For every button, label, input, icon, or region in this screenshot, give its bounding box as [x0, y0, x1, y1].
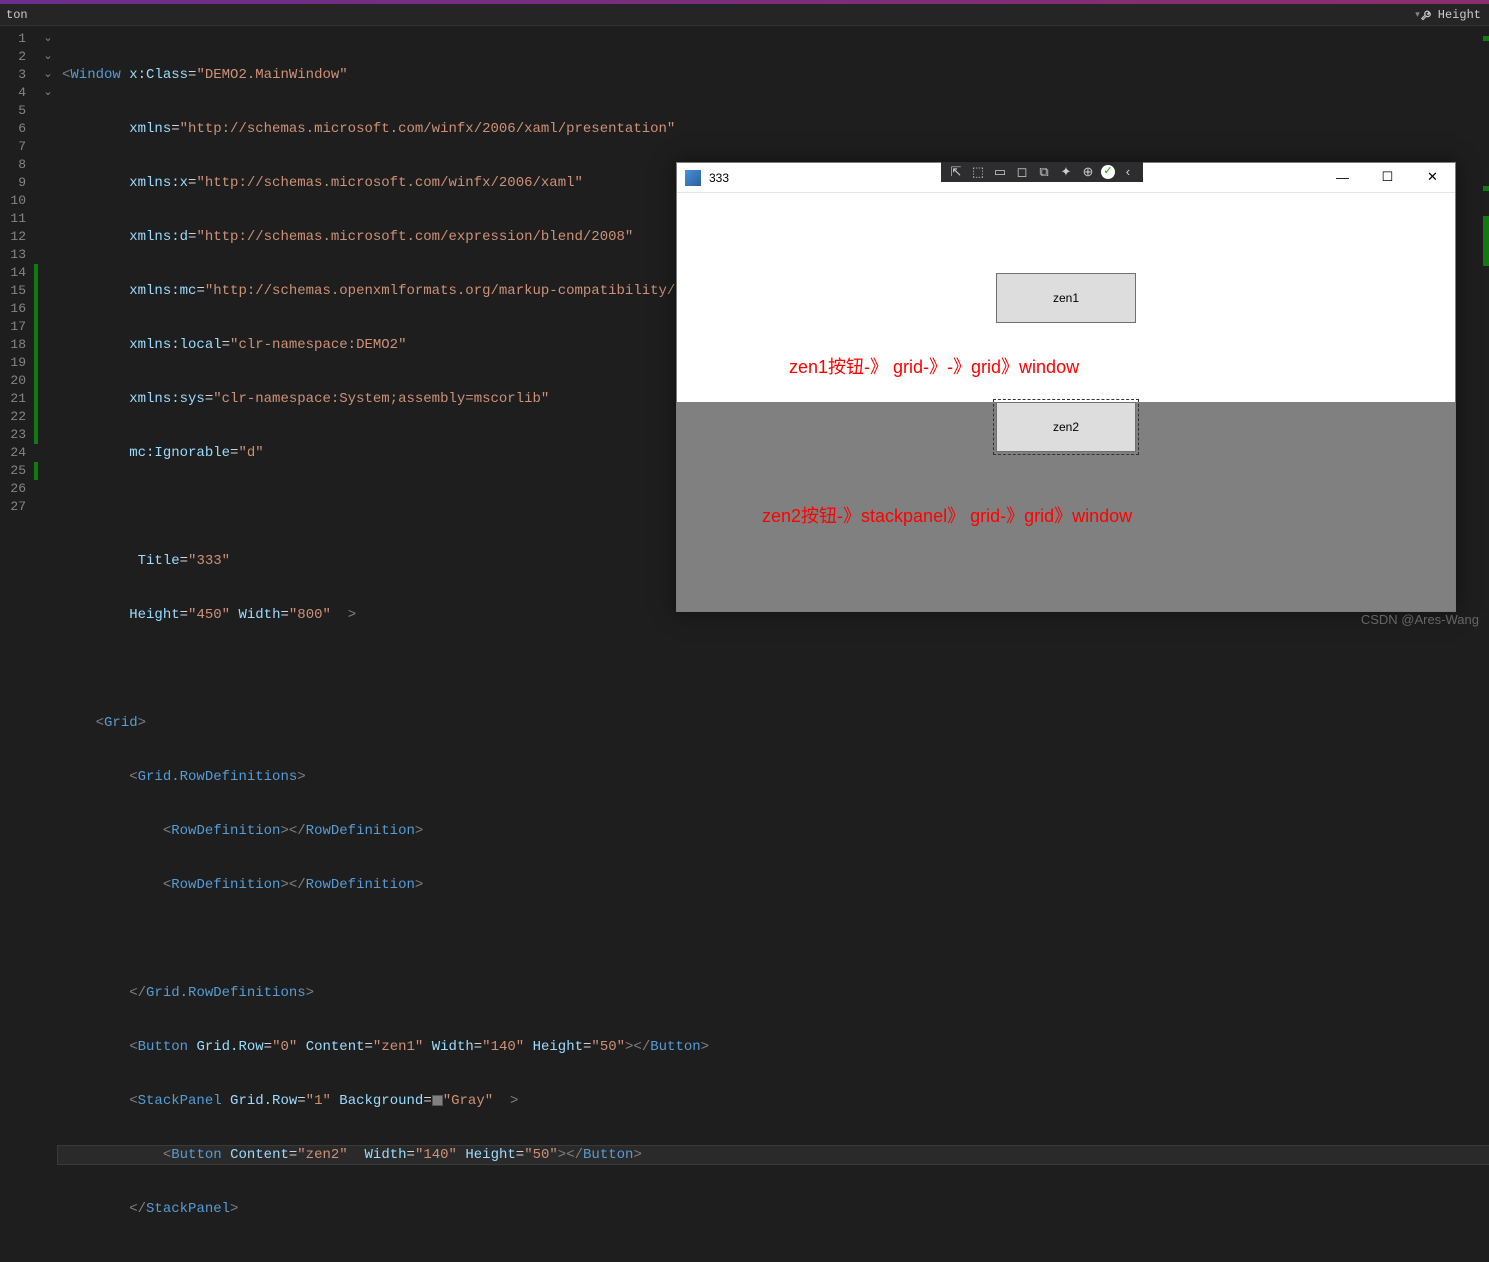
- scrollbar-markers: [1483, 26, 1489, 609]
- tool-icon[interactable]: ⧉: [1035, 165, 1053, 180]
- minimize-button[interactable]: —: [1320, 163, 1365, 191]
- toolbar-left-context[interactable]: ton: [0, 8, 34, 22]
- app-icon: [685, 170, 701, 186]
- fold-icon[interactable]: ⌄: [38, 48, 58, 66]
- zen2-button[interactable]: zen2: [996, 402, 1136, 452]
- wrench-icon: [1420, 8, 1434, 22]
- fold-icon[interactable]: ⌄: [38, 66, 58, 84]
- window-controls: — ☐ ✕: [1320, 163, 1455, 191]
- close-button[interactable]: ✕: [1410, 163, 1455, 191]
- context-label: ton: [6, 8, 28, 22]
- annotation-zen1: zen1按钮-》 grid-》-》grid》window: [789, 353, 1079, 379]
- tool-icon[interactable]: ⇱: [947, 165, 965, 180]
- grid-row-0[interactable]: zen1 zen1按钮-》 grid-》-》grid》window: [677, 193, 1455, 402]
- line-number-gutter: 1234567891011121314151617181920212223242…: [0, 26, 34, 609]
- designer-preview-window[interactable]: 333 ⇱ ⬚ ▭ ◻ ⧉ ✦ ⊕ ✓ ‹ — ☐ ✕ zen1 zen1按钮-…: [676, 162, 1456, 612]
- color-swatch-gray: [432, 1095, 443, 1106]
- fold-icon[interactable]: ⌄: [38, 30, 58, 48]
- property-label: Height: [1438, 8, 1481, 22]
- chevron-left-icon[interactable]: ‹: [1119, 165, 1137, 180]
- window-title: 333: [709, 171, 729, 185]
- grid-row-1-stackpanel[interactable]: zen2 zen2按钮-》stackpanel》 grid-》grid》wind…: [677, 402, 1455, 611]
- designer-titlebar[interactable]: 333 ⇱ ⬚ ▭ ◻ ⧉ ✦ ⊕ ✓ ‹ — ☐ ✕: [677, 163, 1455, 193]
- tool-icon[interactable]: ⊕: [1079, 165, 1097, 180]
- designer-tools-strip[interactable]: ⇱ ⬚ ▭ ◻ ⧉ ✦ ⊕ ✓ ‹: [941, 162, 1143, 182]
- tool-icon[interactable]: ▭: [991, 165, 1009, 180]
- editor-toolbar: ton ▾ Height: [0, 4, 1489, 26]
- toolbar-right-property[interactable]: Height: [1420, 8, 1489, 22]
- fold-icon[interactable]: ⌄: [38, 84, 58, 102]
- zen1-button[interactable]: zen1: [996, 273, 1136, 323]
- fold-gutter: ⌄⌄⌄⌄: [38, 26, 58, 609]
- tool-icon[interactable]: ✦: [1057, 165, 1075, 180]
- tool-icon[interactable]: ◻: [1013, 165, 1031, 180]
- annotation-zen2: zen2按钮-》stackpanel》 grid-》grid》window: [762, 502, 1132, 528]
- tool-icon[interactable]: ⬚: [969, 165, 987, 180]
- watermark: CSDN @Ares-Wang: [1361, 612, 1479, 627]
- check-icon[interactable]: ✓: [1101, 165, 1115, 179]
- maximize-button[interactable]: ☐: [1365, 163, 1410, 191]
- designer-content-grid[interactable]: zen1 zen1按钮-》 grid-》-》grid》window zen2 z…: [677, 193, 1455, 611]
